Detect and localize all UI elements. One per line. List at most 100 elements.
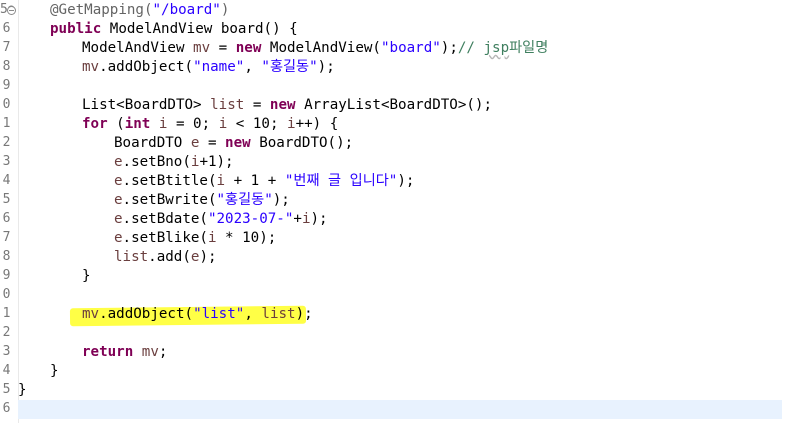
code-line[interactable]: 7 ModelAndView mv = new ModelAndView("boa…	[0, 38, 785, 58]
code-token: i	[218, 116, 228, 132]
collapse-fold-icon[interactable]	[7, 6, 16, 15]
code-line[interactable]: 5}	[0, 380, 785, 400]
code-token: .addObject(	[99, 59, 194, 75]
line-number: 1	[2, 116, 11, 131]
code-text: BoardDTO e = new BoardDTO();	[114, 133, 353, 153]
code-token: i	[207, 230, 217, 246]
line-number: 5	[2, 192, 11, 207]
code-token: "list"	[193, 306, 245, 322]
code-token: .add(	[148, 249, 191, 265]
code-line[interactable]: 2	[0, 323, 785, 343]
code-text: e.setBlike(i * 10);	[114, 228, 276, 248]
code-token: }	[50, 363, 59, 379]
line-number: 4	[2, 363, 11, 378]
code-text: mv.addObject("list", list);	[82, 304, 313, 324]
code-token: = 0;	[167, 116, 219, 132]
code-token: +	[293, 211, 302, 227]
line-number: 0	[2, 97, 11, 112]
code-line[interactable]: 7 e.setBlike(i * 10);	[0, 228, 785, 248]
code-text: return mv;	[82, 342, 167, 362]
code-text: for (int i = 0; i < 10; i++) {	[82, 114, 338, 134]
code-line[interactable]: 3 return mv;	[0, 342, 785, 362]
line-number: 7	[2, 230, 11, 245]
code-token: 파일명	[509, 40, 549, 56]
line-number: 2	[2, 135, 11, 150]
code-text: @GetMapping("/board")	[50, 0, 229, 20]
code-token: "번째 글 입니다"	[284, 173, 398, 189]
code-token: ModelAndView board() {	[101, 21, 298, 37]
code-line[interactable]: 8 list.add(e);	[0, 247, 785, 267]
line-number: 8	[2, 249, 11, 264]
code-editor[interactable]: 5⊖@GetMapping("/board")6public ModelAndV…	[0, 0, 785, 423]
code-token: ++) {	[295, 116, 339, 132]
code-line[interactable]: 9	[0, 76, 785, 96]
code-token: +1);	[199, 154, 234, 170]
code-line[interactable]: 8 mv.addObject("name", "홍길동");	[0, 57, 785, 77]
code-line[interactable]: 5⊖@GetMapping("/board")	[0, 0, 785, 20]
code-text: list.add(e);	[114, 247, 217, 267]
line-number: 4	[2, 173, 11, 188]
code-text: }	[50, 361, 59, 381]
code-token: List<BoardDTO>	[82, 97, 211, 113]
code-token: e	[114, 230, 123, 246]
code-token: int	[124, 116, 151, 132]
code-line[interactable]: 6	[0, 399, 785, 419]
code-token: + 1 +	[225, 173, 285, 189]
code-text: }	[82, 266, 91, 286]
code-token: e	[114, 192, 123, 208]
code-token: i	[287, 116, 296, 132]
code-line[interactable]: 9}	[0, 266, 785, 286]
code-line[interactable]: 5 e.setBwrite("홍길동");	[0, 190, 785, 210]
code-text: mv.addObject("name", "홍길동");	[82, 57, 335, 77]
code-token: =	[199, 135, 226, 151]
code-token: * 10);	[216, 230, 277, 246]
code-line[interactable]: 3 e.setBno(i+1);	[0, 152, 785, 172]
code-token: "/board"	[152, 2, 221, 18]
code-token: ArrayList<BoardDTO>();	[295, 97, 493, 113]
code-token: return	[82, 344, 134, 360]
code-token: BoardDTO();	[250, 135, 354, 151]
code-token: );	[310, 211, 328, 227]
code-token: .setBdate(	[122, 211, 208, 227]
code-token: list	[114, 249, 149, 265]
code-token: );	[272, 192, 290, 208]
code-token: i	[216, 173, 226, 189]
code-line[interactable]: 0	[0, 285, 785, 305]
code-token: =	[244, 97, 270, 113]
code-line[interactable]: 4 e.setBtitle(i + 1 + "번째 글 입니다");	[0, 171, 785, 191]
code-token: list	[261, 306, 296, 322]
code-token: (	[107, 116, 125, 132]
code-token: .setBno(	[122, 154, 191, 170]
code-token: mv	[193, 40, 211, 56]
code-text: List<BoardDTO> list = new ArrayList<Boar…	[82, 95, 492, 115]
code-line[interactable]: 6 public ModelAndView board() {	[0, 19, 785, 39]
code-text: }	[18, 380, 27, 400]
code-line[interactable]: 4}	[0, 361, 785, 381]
code-line[interactable]: 0 List<BoardDTO> list = new ArrayList<Boa…	[0, 95, 785, 115]
code-token: )	[220, 2, 230, 18]
code-token: .setBtitle(	[122, 173, 217, 189]
code-text: e.setBtitle(i + 1 + "번째 글 입니다");	[114, 171, 414, 191]
code-line[interactable]: 1 for (int i = 0; i < 10; i++) {	[0, 114, 785, 134]
code-token: < 10;	[227, 116, 288, 132]
code-token: new	[225, 135, 251, 151]
code-token: for	[82, 116, 108, 132]
code-text: ModelAndView mv = new ModelAndView("boar…	[82, 38, 548, 58]
code-token: }	[82, 268, 91, 284]
code-token: //	[457, 40, 484, 56]
code-token: "board"	[380, 40, 441, 56]
code-token: =	[210, 40, 236, 56]
code-line[interactable]: 2 BoardDTO e = new BoardDTO();	[0, 133, 785, 153]
code-line[interactable]: 6 e.setBdate("2023-07-"+i);	[0, 209, 785, 229]
code-token: ModelAndView(	[261, 40, 381, 56]
code-text: e.setBno(i+1);	[114, 152, 234, 172]
line-number: 9	[2, 78, 11, 93]
code-text: e.setBdate("2023-07-"+i);	[114, 209, 328, 229]
line-number: 7	[2, 40, 11, 55]
code-token: "2023-07-"	[207, 211, 294, 227]
code-token: "홍길동"	[261, 59, 318, 75]
code-text: public ModelAndView board() {	[50, 19, 298, 39]
line-number: 9	[2, 268, 11, 283]
code-line[interactable]: 1 mv.addObject("list", list);	[0, 304, 785, 324]
